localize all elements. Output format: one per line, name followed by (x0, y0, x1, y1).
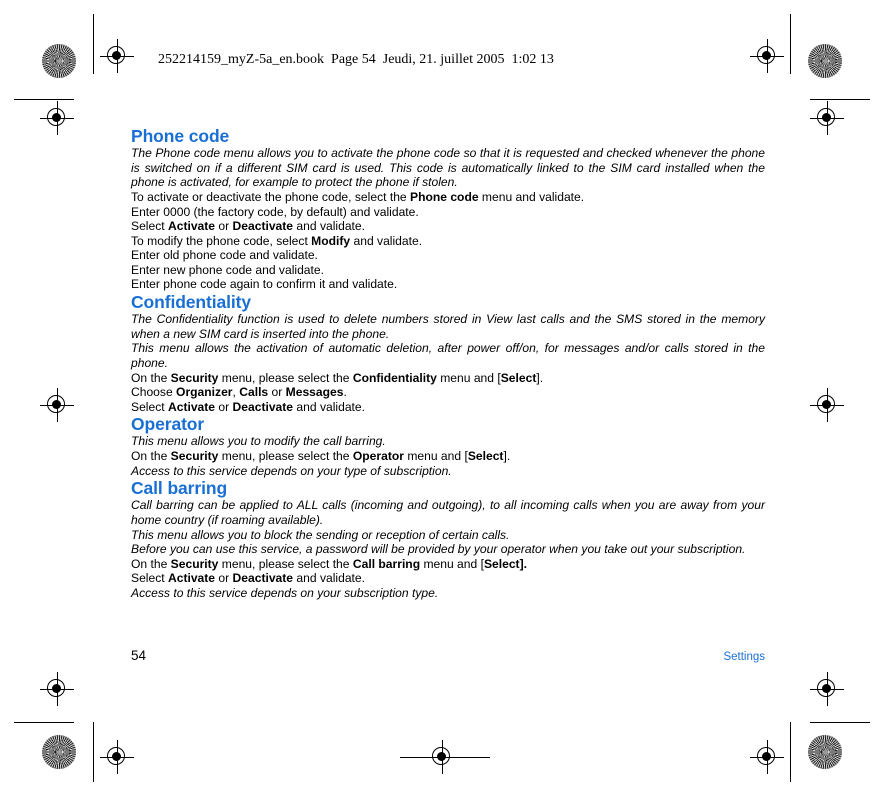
crop-line-vertical-right-lower (790, 722, 791, 782)
paragraph-phone-code-modify: To modify the phone code, select Modify … (131, 233, 423, 248)
paragraph-phone-code-factory: Enter 0000 (the factory code, by default… (131, 204, 419, 219)
paragraph-phone-code-activate: To activate or deactivate the phone code… (131, 189, 585, 204)
registration-target-upper-left-inner (40, 101, 74, 135)
crop-line-horizontal-bottom-center-right (455, 757, 490, 758)
crop-line-horizontal-bottom-center-left (400, 757, 428, 758)
registration-rosette-top-right (808, 44, 842, 78)
paragraph-phone-code-confirm: Enter phone code again to confirm it and… (131, 277, 398, 292)
paragraph-phone-code-new: Enter new phone code and validate. (131, 262, 324, 277)
registration-target-bottom-center (425, 740, 459, 774)
paragraph-confidentiality-intro: The Confidentiality function is used to … (131, 312, 765, 341)
crop-line-horizontal-bottom-left (14, 722, 74, 723)
registration-rosette-top-left (42, 44, 76, 78)
paragraph-phone-code-select-state: Select Activate or Deactivate and valida… (131, 219, 365, 234)
footer-chapter-name: Settings (723, 651, 765, 663)
section-title-call-barring: Call barring (131, 478, 228, 499)
registration-target-lower-left-inner (40, 672, 74, 706)
registration-target-top-right (750, 39, 784, 73)
paragraph-confidentiality-path: On the Security menu, please select the … (131, 370, 544, 385)
page-footer: 54 Settings (131, 648, 765, 663)
paragraph-operator-access: Access to this service depends on your t… (131, 463, 452, 478)
registration-rosette-bottom-left (42, 735, 76, 769)
paragraph-call-barring-block: This menu allows you to block the sendin… (131, 527, 510, 542)
registration-target-upper-right-inner (810, 101, 844, 135)
paragraph-call-barring-password: Before you can use this service, a passw… (131, 542, 746, 557)
paragraph-call-barring-access: Access to this service depends on your s… (131, 585, 439, 600)
section-title-phone-code: Phone code (131, 126, 230, 146)
registration-target-bottom-right (750, 740, 784, 774)
crop-line-vertical-left (93, 14, 94, 74)
crop-line-horizontal-bottom-right (810, 722, 870, 723)
crop-line-horizontal-top-left (14, 99, 74, 100)
crop-line-horizontal-top-right (810, 99, 870, 100)
registration-target-middle-left (40, 388, 74, 422)
section-title-confidentiality: Confidentiality (131, 292, 252, 313)
paragraph-operator-intro: This menu allows you to modify the call … (131, 434, 386, 449)
paragraph-confidentiality-auto-delete: This menu allows the activation of autom… (131, 341, 765, 370)
registration-target-top-left (100, 39, 134, 73)
registration-target-middle-right (810, 388, 844, 422)
paragraph-confidentiality-choose: Choose Organizer, Calls or Messages. (131, 385, 347, 400)
footer-page-number: 54 (131, 648, 147, 663)
crop-line-vertical-right (790, 14, 791, 74)
paragraph-confidentiality-select-state: Select Activate or Deactivate and valida… (131, 399, 365, 414)
paragraph-call-barring-intro: Call barring can be applied to ALL calls… (131, 498, 765, 527)
registration-target-lower-right-inner (810, 672, 844, 706)
registration-rosette-bottom-right (808, 735, 842, 769)
section-title-operator: Operator (131, 414, 205, 435)
paragraph-phone-code-old: Enter old phone code and validate. (131, 248, 318, 263)
paragraph-phone-code-intro: The Phone code menu allows you to activa… (131, 146, 765, 190)
paragraph-operator-path: On the Security menu, please select the … (131, 449, 511, 464)
registration-target-bottom-left (100, 740, 134, 774)
page-content: Phone code The Phone code menu allows yo… (131, 126, 765, 601)
book-file-header: 252214159_myZ-5a_en.book Page 54 Jeudi, … (158, 52, 554, 67)
paragraph-call-barring-select-state: Select Activate or Deactivate and valida… (131, 571, 365, 586)
crop-line-vertical-left-lower (93, 722, 94, 782)
paragraph-call-barring-path: On the Security menu, please select the … (131, 556, 527, 571)
